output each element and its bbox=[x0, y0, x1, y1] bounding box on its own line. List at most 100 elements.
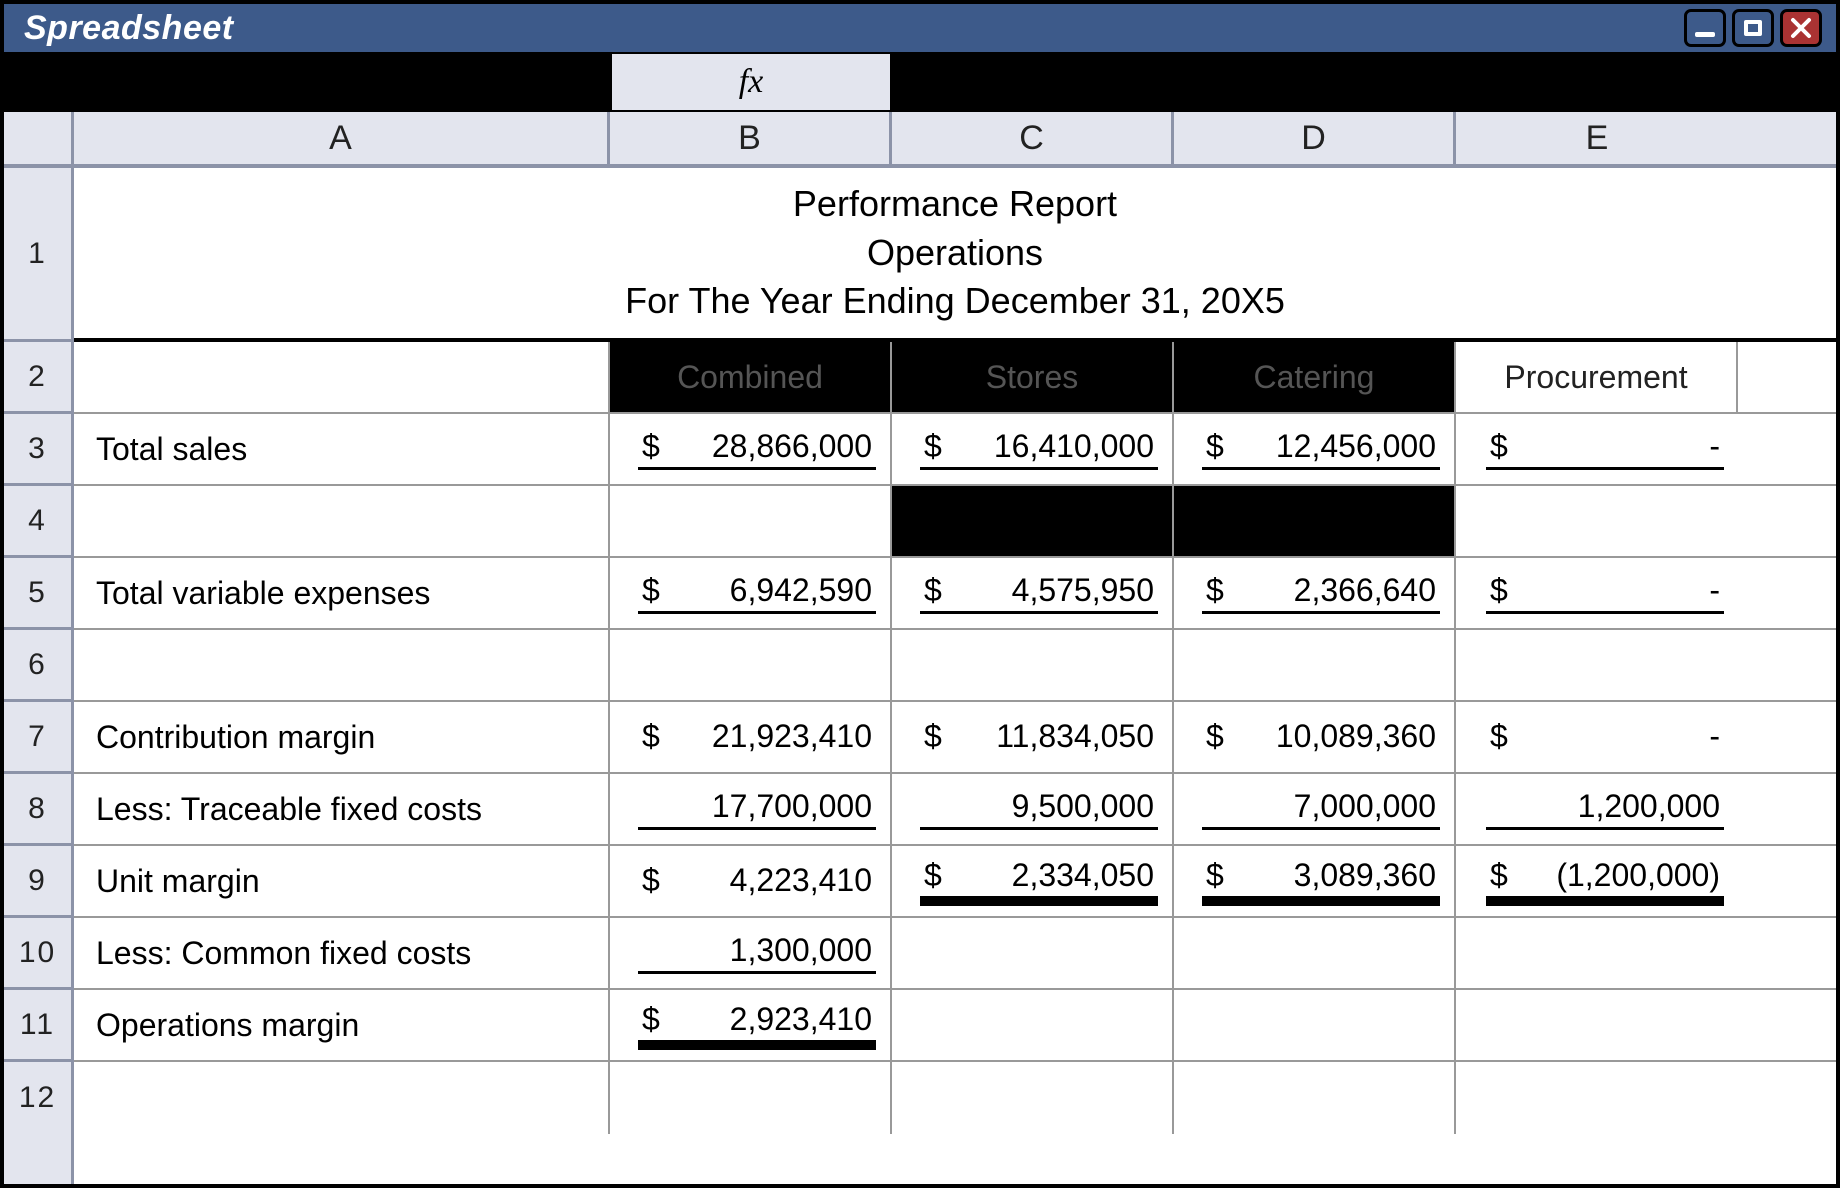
row-6 bbox=[74, 630, 1836, 702]
row-9: Unit margin $4,223,410 $2,334,050 $3,089… bbox=[74, 846, 1836, 918]
cell-C7[interactable]: $11,834,050 bbox=[892, 702, 1174, 772]
cell-C2[interactable]: Stores bbox=[892, 342, 1174, 412]
row-10: Less: Common fixed costs 1,300,000 bbox=[74, 918, 1836, 990]
column-headers: A B C D E bbox=[4, 112, 1836, 168]
cell-D2[interactable]: Catering bbox=[1174, 342, 1456, 412]
spreadsheet-window: Spreadsheet fx A B C D E 1 2 bbox=[0, 0, 1840, 1188]
cell-B2[interactable]: Combined bbox=[610, 342, 892, 412]
row-7: Contribution margin $21,923,410 $11,834,… bbox=[74, 702, 1836, 774]
row-8: Less: Traceable fixed costs 17,700,000 9… bbox=[74, 774, 1836, 846]
cell-E11[interactable] bbox=[1456, 990, 1738, 1060]
row-header-7[interactable]: 7 bbox=[4, 702, 71, 774]
row-12 bbox=[74, 1062, 1836, 1134]
cell-A10[interactable]: Less: Common fixed costs bbox=[74, 918, 610, 988]
cell-E8[interactable]: 1,200,000 bbox=[1456, 774, 1738, 844]
cell-D12[interactable] bbox=[1174, 1062, 1456, 1134]
cell-C11[interactable] bbox=[892, 990, 1174, 1060]
row-header-3[interactable]: 3 bbox=[4, 414, 71, 486]
cell-C8[interactable]: 9,500,000 bbox=[892, 774, 1174, 844]
cell-B9[interactable]: $4,223,410 bbox=[610, 846, 892, 916]
report-title-2: Operations bbox=[88, 229, 1822, 278]
cell-E3[interactable]: $- bbox=[1456, 414, 1738, 484]
cell-A5[interactable]: Total variable expenses bbox=[74, 558, 610, 628]
col-header-A[interactable]: A bbox=[74, 112, 610, 164]
cell-B12[interactable] bbox=[610, 1062, 892, 1134]
cell-B11[interactable]: $2,923,410 bbox=[610, 990, 892, 1060]
cell-A11[interactable]: Operations margin bbox=[74, 990, 610, 1060]
row-2: Combined Stores Catering Procurement bbox=[74, 342, 1836, 414]
cell-A2[interactable] bbox=[74, 342, 610, 412]
cell-E9[interactable]: $(1,200,000) bbox=[1456, 846, 1738, 916]
cell-E10[interactable] bbox=[1456, 918, 1738, 988]
cell-D11[interactable] bbox=[1174, 990, 1456, 1060]
cell-D10[interactable] bbox=[1174, 918, 1456, 988]
cell-E6[interactable] bbox=[1456, 630, 1738, 700]
row-header-9[interactable]: 9 bbox=[4, 846, 71, 918]
maximize-button[interactable] bbox=[1732, 9, 1774, 47]
cell-E7[interactable]: $- bbox=[1456, 702, 1738, 772]
cell-E12[interactable] bbox=[1456, 1062, 1738, 1134]
cell-D4[interactable] bbox=[1174, 486, 1456, 556]
row-1: Performance Report Operations For The Ye… bbox=[74, 168, 1836, 342]
col-header-C[interactable]: C bbox=[892, 112, 1174, 164]
fx-button[interactable]: fx bbox=[610, 54, 892, 110]
row-4 bbox=[74, 486, 1836, 558]
sheet: A B C D E 1 2 3 4 5 6 7 8 9 10 11 12 bbox=[4, 112, 1836, 1184]
col-header-D[interactable]: D bbox=[1174, 112, 1456, 164]
cell-B3[interactable]: $28,866,000 bbox=[610, 414, 892, 484]
cell-C6[interactable] bbox=[892, 630, 1174, 700]
row-header-10[interactable]: 10 bbox=[4, 918, 71, 990]
row-header-12[interactable]: 12 bbox=[4, 1062, 71, 1134]
formula-bar: fx bbox=[4, 54, 1836, 112]
cell-C9[interactable]: $2,334,050 bbox=[892, 846, 1174, 916]
titlebar: Spreadsheet bbox=[4, 4, 1836, 54]
cell-D3[interactable]: $12,456,000 bbox=[1174, 414, 1456, 484]
cell-D7[interactable]: $10,089,360 bbox=[1174, 702, 1456, 772]
cell-C4[interactable] bbox=[892, 486, 1174, 556]
row-header-11[interactable]: 11 bbox=[4, 990, 71, 1062]
cell-C5[interactable]: $4,575,950 bbox=[892, 558, 1174, 628]
row-header-5[interactable]: 5 bbox=[4, 558, 71, 630]
cell-A9[interactable]: Unit margin bbox=[74, 846, 610, 916]
cell-C3[interactable]: $16,410,000 bbox=[892, 414, 1174, 484]
close-icon bbox=[1789, 16, 1813, 40]
cell-A7[interactable]: Contribution margin bbox=[74, 702, 610, 772]
cell-C12[interactable] bbox=[892, 1062, 1174, 1134]
row-header-4[interactable]: 4 bbox=[4, 486, 71, 558]
cell-B5[interactable]: $6,942,590 bbox=[610, 558, 892, 628]
name-box[interactable] bbox=[4, 54, 610, 110]
cell-A8[interactable]: Less: Traceable fixed costs bbox=[74, 774, 610, 844]
cell-B10[interactable]: 1,300,000 bbox=[610, 918, 892, 988]
cell-D5[interactable]: $2,366,640 bbox=[1174, 558, 1456, 628]
cell-B6[interactable] bbox=[610, 630, 892, 700]
cell-E4[interactable] bbox=[1456, 486, 1738, 556]
cell-E5[interactable]: $- bbox=[1456, 558, 1738, 628]
cell-A4[interactable] bbox=[74, 486, 610, 556]
cell-A3[interactable]: Total sales bbox=[74, 414, 610, 484]
cell-D8[interactable]: 7,000,000 bbox=[1174, 774, 1456, 844]
cell-A12[interactable] bbox=[74, 1062, 610, 1134]
select-all-corner[interactable] bbox=[4, 112, 74, 164]
report-title-3: For The Year Ending December 31, 20X5 bbox=[88, 277, 1822, 326]
row-header-2[interactable]: 2 bbox=[4, 342, 71, 414]
cell-D6[interactable] bbox=[1174, 630, 1456, 700]
cell-A6[interactable] bbox=[74, 630, 610, 700]
row-11: Operations margin $2,923,410 bbox=[74, 990, 1836, 1062]
window-buttons bbox=[1684, 9, 1822, 47]
formula-input[interactable] bbox=[892, 54, 1836, 110]
row-header-1[interactable]: 1 bbox=[4, 168, 71, 342]
row-header-6[interactable]: 6 bbox=[4, 630, 71, 702]
cell-C10[interactable] bbox=[892, 918, 1174, 988]
minimize-button[interactable] bbox=[1684, 9, 1726, 47]
row-header-8[interactable]: 8 bbox=[4, 774, 71, 846]
cell-E2[interactable]: Procurement bbox=[1456, 342, 1738, 412]
cell-B4[interactable] bbox=[610, 486, 892, 556]
cell-B8[interactable]: 17,700,000 bbox=[610, 774, 892, 844]
cell-D9[interactable]: $3,089,360 bbox=[1174, 846, 1456, 916]
col-header-B[interactable]: B bbox=[610, 112, 892, 164]
cell-B7[interactable]: $21,923,410 bbox=[610, 702, 892, 772]
window-title: Spreadsheet bbox=[24, 9, 1684, 48]
close-button[interactable] bbox=[1780, 9, 1822, 47]
cell-title[interactable]: Performance Report Operations For The Ye… bbox=[74, 168, 1836, 338]
col-header-E[interactable]: E bbox=[1456, 112, 1738, 164]
